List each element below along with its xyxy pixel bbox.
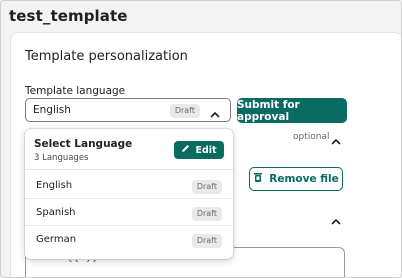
chevron-up-icon[interactable] [331, 212, 341, 231]
language-option-label: German [36, 234, 77, 245]
status-badge: Draft [191, 207, 222, 221]
remove-file-button[interactable]: Remove file [249, 167, 343, 191]
dropdown-header: Select Language 3 Languages Edit [25, 129, 233, 170]
status-badge: Draft [191, 234, 222, 248]
dropdown-title: Select Language [34, 138, 133, 150]
language-dropdown: Select Language 3 Languages Edit English… [25, 129, 233, 259]
app-frame: test_template Template personalization T… [0, 0, 402, 278]
status-badge: Draft [169, 104, 200, 118]
remove-file-label: Remove file [269, 173, 339, 185]
dropdown-subtitle: 3 Languages [34, 153, 89, 163]
submit-for-approval-button[interactable]: Submit for approval [237, 98, 347, 123]
chevron-up-icon[interactable] [210, 105, 220, 124]
language-option-spanish[interactable]: Spanish Draft [25, 200, 233, 226]
language-option-german[interactable]: German Draft [25, 227, 233, 253]
edit-label: Edit [195, 144, 217, 156]
page-title: test_template [9, 7, 128, 25]
language-select-value: English [33, 104, 71, 116]
pencil-icon [181, 144, 190, 156]
language-select[interactable]: English Draft [25, 98, 231, 122]
trash-icon [253, 172, 263, 186]
language-field-label: Template language [25, 85, 126, 97]
chevron-up-icon[interactable] [331, 132, 341, 151]
edit-button[interactable]: Edit [174, 141, 224, 159]
optional-label: optional [293, 132, 330, 142]
language-option-label: English [36, 180, 73, 191]
section-title: Template personalization [25, 49, 188, 64]
language-option-label: Spanish [36, 207, 76, 218]
language-option-english[interactable]: English Draft [25, 173, 233, 199]
status-badge: Draft [191, 180, 222, 194]
